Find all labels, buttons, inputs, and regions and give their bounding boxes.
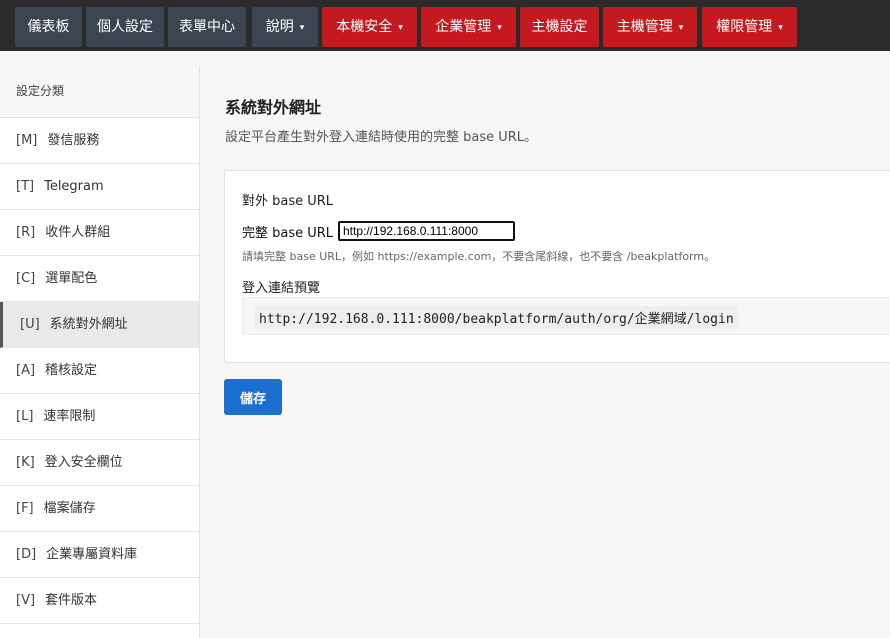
login-link-preview-url: http://192.168.0.111:8000/beakplatform/a… (255, 306, 738, 329)
sidebar-item-login-security-fields[interactable]: [K] 登入安全欄位 (0, 440, 199, 486)
nav-permission-dropdown[interactable]: 權限管理 ▾ (702, 7, 797, 47)
nav-label: 權限管理 (716, 19, 773, 35)
nav-label: 企業管理 (435, 19, 492, 35)
item-code: [D] (16, 547, 37, 562)
nav-host-management-dropdown[interactable]: 主機管理 ▾ (603, 7, 697, 47)
nav-dashboard[interactable]: 儀表板 (15, 7, 82, 47)
chevron-down-icon: ▾ (398, 23, 403, 33)
sidebar-item-label: 檔案儲存 (43, 501, 96, 516)
main-content: 系統對外網址 設定平台產生對外登入連結時使用的完整 base URL。 對外 b… (201, 66, 890, 638)
chevron-down-icon: ▾ (299, 23, 305, 33)
sidebar-item-label: 發信服務 (47, 133, 100, 148)
base-url-hint: 請填完整 base URL，例如 https://example.com，不要含… (242, 250, 716, 263)
sidebar-item-menu-colors[interactable]: [C] 選單配色 (0, 256, 199, 302)
item-code: [R] (16, 225, 36, 240)
sidebar-heading: 設定分類 (0, 66, 199, 118)
item-code: [U] (20, 317, 40, 332)
nav-host-settings[interactable]: 主機設定 (520, 7, 599, 47)
sidebar-item-label: 企業專屬資料庫 (46, 547, 138, 562)
sidebar-item-label: 系統對外網址 (49, 317, 128, 332)
item-code: [V] (16, 593, 36, 608)
base-url-label: 完整 base URL (242, 226, 334, 241)
sidebar-item-label: 登入安全欄位 (44, 455, 123, 470)
nav-label: 表單中心 (179, 19, 235, 35)
nav-label: 說明 (265, 19, 294, 35)
item-code: [K] (16, 455, 35, 470)
nav-label: 本機安全 (336, 19, 393, 35)
sidebar-item-rate-limit[interactable]: [L] 速率限制 (0, 394, 199, 440)
item-code: [L] (16, 409, 34, 424)
sidebar-item-label: 選單配色 (45, 271, 98, 286)
base-url-card: 對外 base URL 完整 base URL 請填完整 base URL，例如… (224, 170, 890, 363)
sidebar-item-telegram[interactable]: [T] Telegram (0, 164, 199, 210)
chevron-down-icon: ▾ (678, 23, 684, 33)
sidebar-item-external-url[interactable]: [U] 系統對外網址 (0, 302, 199, 348)
sidebar-item-audit-settings[interactable]: [A] 稽核設定 (0, 348, 199, 394)
sidebar-item-label: Telegram (44, 179, 104, 194)
settings-sidebar: 設定分類 [M] 發信服務 [T] Telegram [R] 收件人群組 [C] 選單配… (0, 66, 200, 638)
base-url-input[interactable] (338, 221, 515, 241)
nav-enterprise-dropdown[interactable]: 企業管理 ▾ (421, 7, 516, 47)
sidebar-item-enterprise-database[interactable]: [D] 企業專屬資料庫 (0, 532, 199, 578)
login-link-preview-label: 登入連結預覽 (242, 281, 321, 296)
sidebar-item-label: 收件人群組 (45, 225, 111, 240)
chevron-down-icon: ▾ (778, 23, 783, 33)
nav-local-security-dropdown[interactable]: 本機安全 ▾ (322, 7, 417, 47)
chevron-down-icon: ▾ (497, 23, 502, 33)
top-navbar: 儀表板 個人設定 表單中心 說明 ▾ 本機安全 ▾ 企業管理 ▾ 主機設定 主機管理 ▾… (0, 0, 890, 51)
nav-help-dropdown[interactable]: 說明 ▾ (252, 7, 318, 47)
card-heading: 對外 base URL (242, 194, 334, 209)
save-button[interactable]: 儲存 (224, 379, 282, 415)
item-code: [M] (16, 133, 38, 148)
page-title: 系統對外網址 (225, 98, 322, 117)
page-description: 設定平台產生對外登入連結時使用的完整 base URL。 (225, 130, 538, 145)
login-link-preview-box: http://192.168.0.111:8000/beakplatform/a… (242, 297, 890, 335)
sidebar-item-file-storage[interactable]: [F] 檔案儲存 (0, 486, 199, 532)
nav-label: 主機設定 (531, 19, 588, 35)
sidebar-item-mail-service[interactable]: [M] 發信服務 (0, 118, 199, 164)
nav-label: 個人設定 (97, 19, 153, 35)
item-code: [C] (16, 271, 36, 286)
nav-form-center[interactable]: 表單中心 (168, 7, 246, 47)
sidebar-item-label: 稽核設定 (45, 363, 98, 378)
item-code: [F] (16, 501, 34, 516)
item-code: [T] (16, 179, 35, 194)
sidebar-item-label: 套件版本 (45, 593, 98, 608)
sidebar-item-label: 速率限制 (43, 409, 96, 424)
nav-personal-settings[interactable]: 個人設定 (86, 7, 164, 47)
sidebar-item-package-version[interactable]: [V] 套件版本 (0, 578, 199, 624)
sidebar-item-recipient-groups[interactable]: [R] 收件人群組 (0, 210, 199, 256)
nav-label: 儀表板 (27, 19, 70, 35)
item-code: [A] (16, 363, 36, 378)
nav-label: 主機管理 (616, 19, 673, 35)
